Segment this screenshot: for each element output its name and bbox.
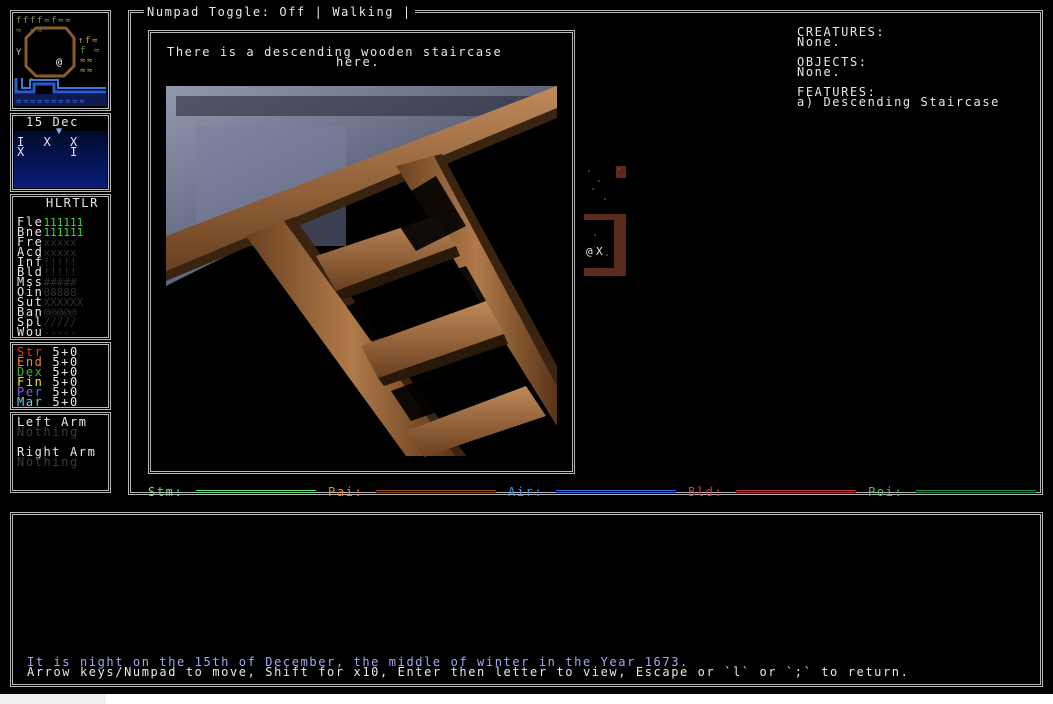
creatures-value: None. [797, 35, 842, 49]
health-row-value: ----- [43, 326, 77, 339]
svg-text:=========≈: =========≈ [16, 97, 86, 107]
features-item-staircase[interactable]: a) Descending Staircase [797, 96, 1000, 108]
attribute-label: Mar [17, 395, 44, 409]
status-label-bld: Bld: [688, 485, 724, 499]
minimap-player: @ [56, 57, 64, 68]
svg-text:≈≈: ≈≈ [80, 66, 94, 76]
svg-text:Y: Y [16, 48, 23, 58]
player-icon: @ [586, 245, 593, 258]
local-map[interactable]: @ X [584, 164, 628, 276]
calendar-row-2: X I [17, 145, 79, 159]
attribute-row-mar: Mar 5+0 [17, 395, 79, 409]
numpad-toggle-status[interactable]: Numpad Toggle: Off | Walking | [144, 6, 415, 18]
health-row-wou: Wou----- [17, 325, 77, 339]
status-label-stm: Stm: [148, 485, 184, 499]
status-bar-air [556, 490, 676, 493]
minimap[interactable]: ffff≈f≈≈ ≈ ≈≈ ↑f≈ f ≈ Y ≈≈ ≈≈ @ f ======… [14, 14, 107, 107]
status-bar-pai [376, 490, 496, 493]
svg-text:↑f≈: ↑f≈ [78, 36, 99, 46]
svg-text:f ≈: f ≈ [80, 46, 101, 56]
status-bars: Stm: Pai: Air: Bld: Poi: [144, 484, 1036, 500]
wooden-ladder-illustration [166, 86, 557, 457]
local-map-terrain [584, 164, 628, 276]
calendar-date: 15 Dec [26, 115, 79, 129]
status-label-poi: Poi: [868, 485, 904, 499]
attribute-value: 5+0 [52, 395, 79, 409]
status-bar-poi [916, 490, 1036, 493]
popup-text-line-1: There is a descending wooden staircase [167, 45, 503, 59]
status-bar-stm [196, 490, 316, 493]
popup-text-line-2: here. [336, 55, 381, 69]
log-line-help: Arrow keys/Numpad to move, Shift for x10… [27, 665, 910, 679]
window-bottom-edge [0, 694, 1053, 704]
look-cursor-icon: X [596, 245, 603, 258]
objects-value: None. [797, 65, 842, 79]
status-label-pai: Pai: [328, 485, 364, 499]
left-arm-value: Nothing [17, 425, 79, 439]
right-arm-value: Nothing [17, 455, 79, 469]
health-row-label: Wou [17, 325, 44, 339]
svg-text:≈≈: ≈≈ [80, 56, 94, 66]
svg-text:ffff≈f≈≈: ffff≈f≈≈ [16, 16, 72, 26]
health-title: HLRTLR [46, 196, 99, 210]
status-bar-bld [736, 490, 856, 493]
status-label-air: Air: [508, 485, 544, 499]
taskbar-sliver [0, 694, 106, 704]
